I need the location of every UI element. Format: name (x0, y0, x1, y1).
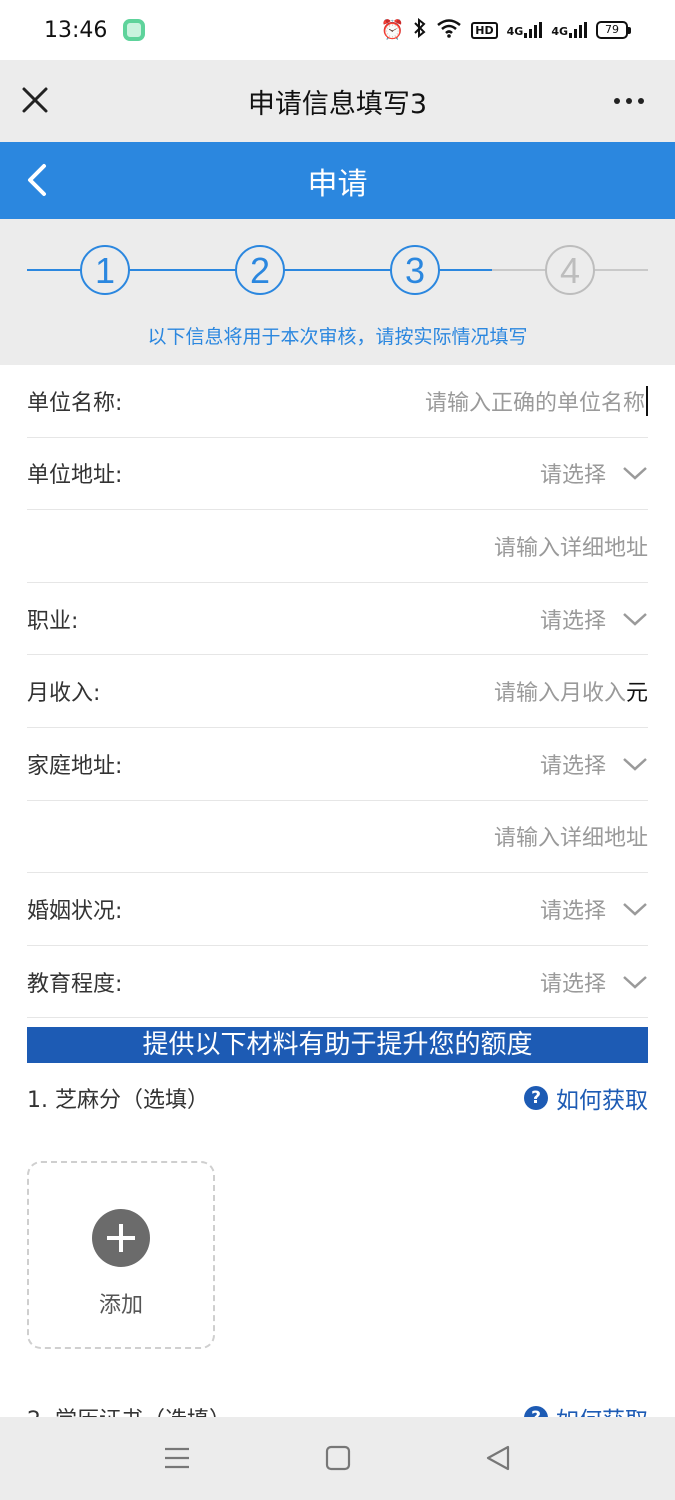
home-address-detail-row[interactable]: 请输入详细地址 (27, 801, 648, 874)
app-notification-icon (123, 19, 146, 41)
step-1: 1 (80, 245, 130, 295)
occupation-row[interactable]: 职业: 请选择 (27, 583, 648, 656)
upload-add-button[interactable]: 添加 (27, 1161, 215, 1349)
step-2: 2 (235, 245, 285, 295)
title-bar: 申请信息填写3 (0, 60, 675, 142)
step-1-label: 1 (95, 250, 115, 291)
alarm-icon: ⏰ (380, 18, 405, 41)
company-address-detail-row[interactable]: 请输入详细地址 (27, 510, 648, 583)
step-2-label: 2 (250, 250, 270, 291)
company-name-row[interactable]: 单位名称: 请输入正确的单位名称 (27, 365, 648, 438)
company-address-detail-input[interactable]: 请输入详细地址 (494, 530, 648, 562)
back-arrow-icon[interactable] (18, 160, 58, 200)
close-icon[interactable] (16, 81, 56, 121)
step-4: 4 (545, 245, 595, 295)
chevron-down-icon (623, 757, 647, 771)
question-icon: ? (524, 1406, 548, 1417)
chevron-down-icon (623, 467, 647, 481)
home-address-value: 请选择 (539, 753, 606, 779)
back-icon[interactable] (482, 1442, 514, 1474)
app-header: 申请 (0, 142, 675, 219)
monthly-income-input[interactable]: 请输入月收入元 (494, 675, 648, 707)
how-to-get-label: 如何获取 (556, 1405, 648, 1417)
hd-badge: HD (471, 21, 498, 39)
home-address-detail-input[interactable]: 请输入详细地址 (494, 820, 648, 852)
text-cursor (646, 385, 648, 416)
more-icon[interactable] (609, 86, 649, 116)
step-progress: 1 2 3 4 以下信息将用于本次审核，请按实际情况填写 (0, 219, 675, 365)
chevron-down-icon (623, 975, 647, 989)
company-name-input[interactable]: 请输入正确的单位名称 (425, 385, 648, 417)
chevron-down-icon (623, 903, 647, 916)
step-4-label: 4 (560, 250, 580, 291)
system-nav-bar (0, 1417, 675, 1500)
network-type-1: 4G (506, 25, 524, 38)
network-type-2: 4G (551, 25, 568, 38)
material-clip: 2. 学历证书（选填） ? 如何获取 (0, 1405, 675, 1417)
marital-status-value: 请选择 (539, 898, 606, 924)
material-education-cert: 2. 学历证书（选填） ? 如何获取 (27, 1405, 648, 1417)
page-title: 申请信息填写3 (247, 88, 428, 120)
application-form: 单位名称: 请输入正确的单位名称 单位地址: 请选择 请输入详细地址 职业: 请… (27, 365, 648, 1019)
monthly-income-placeholder: 请输入月收入 (493, 681, 626, 707)
home-address-row[interactable]: 家庭地址: 请选择 (27, 728, 648, 801)
status-bar: 13:46 ⏰ HD 4G 4G 79 (0, 0, 675, 60)
wifi-icon (436, 18, 462, 42)
education-row[interactable]: 教育程度: 请选择 (27, 946, 648, 1019)
how-to-get-label: 如何获取 (556, 1088, 648, 1114)
material-sesame-score: 1. 芝麻分（选填） ? 如何获取 (27, 1081, 648, 1115)
question-icon: ? (524, 1086, 548, 1110)
add-label: 添加 (98, 1293, 143, 1318)
company-name-placeholder: 请输入正确的单位名称 (424, 390, 645, 416)
signal-icon-2: 4G (551, 22, 587, 38)
marital-status-row[interactable]: 婚姻状况: 请选择 (27, 873, 648, 946)
material-title: 2. 学历证书（选填） (27, 1405, 231, 1417)
home-address-select[interactable]: 请选择 (540, 748, 648, 780)
marital-status-label: 婚姻状况: (27, 898, 123, 924)
education-label: 教育程度: (27, 971, 123, 997)
status-icons: ⏰ HD 4G 4G 79 (380, 17, 631, 42)
step-3: 3 (390, 245, 440, 295)
step-indicator: 1 2 3 4 (27, 245, 648, 295)
home-address-label: 家庭地址: (27, 753, 123, 779)
currency-unit: 元 (625, 681, 648, 707)
monthly-income-label: 月收入: (27, 681, 101, 707)
menu-icon[interactable] (161, 1442, 193, 1474)
bluetooth-icon (413, 17, 427, 42)
battery-level: 79 (596, 21, 628, 39)
material-title: 1. 芝麻分（选填） (27, 1088, 209, 1113)
step-3-label: 3 (405, 250, 425, 291)
home-icon[interactable] (322, 1442, 354, 1474)
header-title: 申请 (307, 166, 368, 202)
company-address-label: 单位地址: (27, 463, 123, 489)
education-value: 请选择 (539, 971, 606, 997)
company-address-row[interactable]: 单位地址: 请选择 (27, 438, 648, 511)
status-time: 13:46 (44, 17, 108, 43)
marital-status-select[interactable]: 请选择 (540, 893, 648, 925)
occupation-label: 职业: (27, 608, 79, 634)
company-name-label: 单位名称: (27, 390, 123, 416)
company-address-select[interactable]: 请选择 (540, 457, 648, 489)
company-address-value: 请选择 (539, 463, 606, 489)
occupation-value: 请选择 (539, 608, 606, 634)
how-to-get-link[interactable]: ? 如何获取 (524, 1081, 648, 1115)
occupation-select[interactable]: 请选择 (540, 603, 648, 635)
education-select[interactable]: 请选择 (540, 966, 648, 998)
battery-icon: 79 (596, 21, 631, 39)
chevron-down-icon (623, 612, 647, 626)
materials-banner: 提供以下材料有助于提升您的额度 (27, 1027, 648, 1063)
steps-hint: 以下信息将用于本次审核，请按实际情况填写 (147, 326, 528, 348)
plus-icon (92, 1209, 150, 1267)
how-to-get-link[interactable]: ? 如何获取 (524, 1405, 648, 1417)
signal-icon: 4G (507, 22, 543, 38)
monthly-income-row[interactable]: 月收入: 请输入月收入元 (27, 655, 648, 728)
